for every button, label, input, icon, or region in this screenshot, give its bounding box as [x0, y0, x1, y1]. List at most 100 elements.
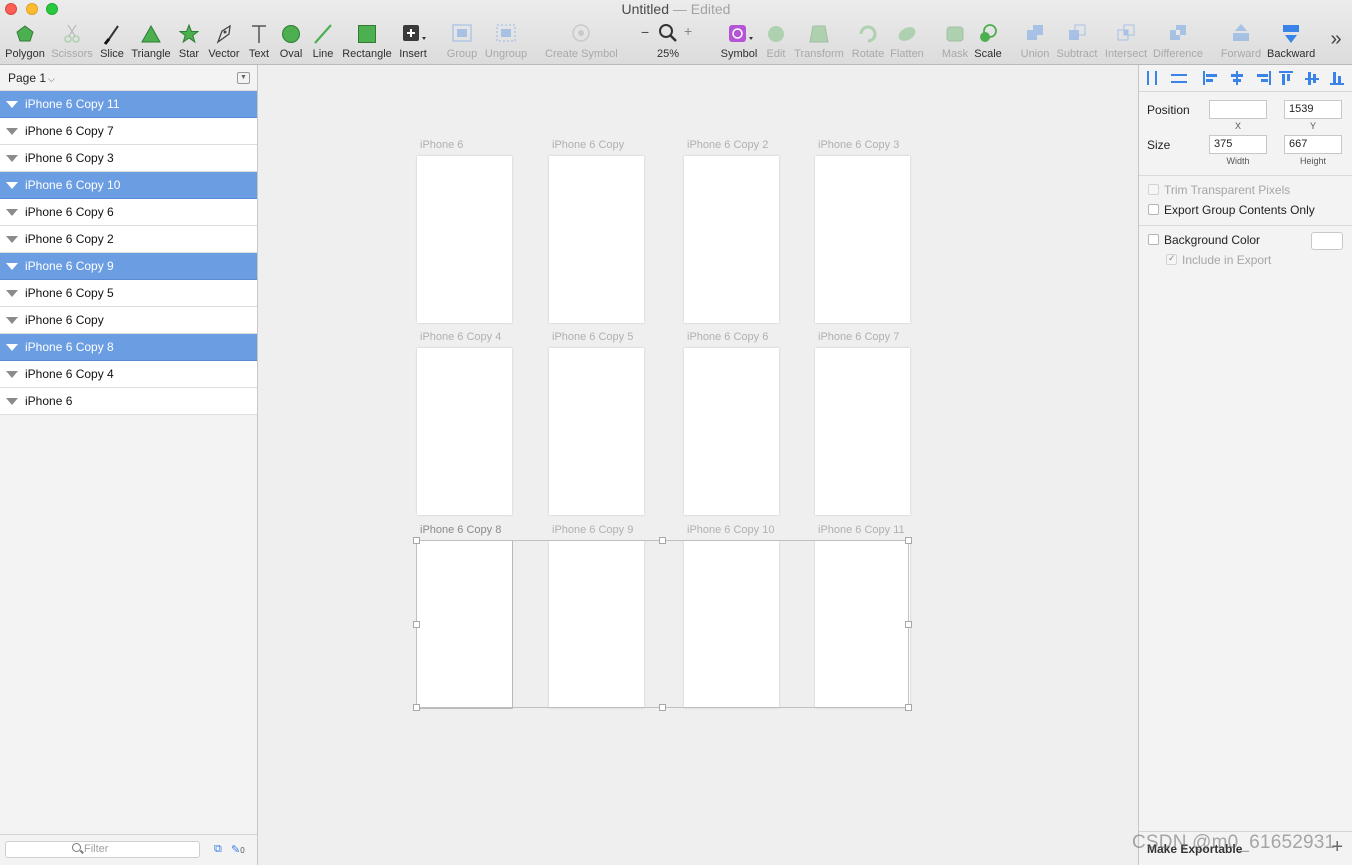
artboard[interactable]: [684, 348, 779, 515]
layer-row[interactable]: iPhone 6 Copy 5: [0, 280, 257, 307]
artboard-title[interactable]: iPhone 6 Copy 6: [687, 331, 768, 343]
artboard-title[interactable]: iPhone 6 Copy 4: [420, 331, 501, 343]
group-button[interactable]: Group: [446, 22, 478, 62]
resize-handle[interactable]: [905, 704, 912, 711]
rectangle-tool-button[interactable]: Rectangle: [341, 22, 393, 62]
artboard-title[interactable]: iPhone 6: [420, 139, 463, 151]
disclosure-triangle-icon[interactable]: [6, 101, 18, 108]
disclosure-triangle-icon[interactable]: [6, 209, 18, 216]
page-options-button[interactable]: ▼: [237, 72, 250, 84]
align-right-icon[interactable]: [1255, 71, 1271, 85]
triangle-tool-button[interactable]: Triangle: [131, 22, 171, 62]
resize-handle[interactable]: [905, 537, 912, 544]
background-color-well[interactable]: [1311, 232, 1343, 250]
zoom-out-button[interactable]: −: [641, 24, 649, 40]
intersect-button[interactable]: Intersect: [1103, 22, 1149, 62]
layer-row[interactable]: iPhone 6 Copy 11: [0, 91, 257, 118]
disclosure-triangle-icon[interactable]: [6, 263, 18, 270]
align-top-icon[interactable]: [1279, 71, 1295, 85]
artboard[interactable]: [815, 156, 910, 323]
disclosure-triangle-icon[interactable]: [6, 128, 18, 135]
artboard[interactable]: [549, 156, 644, 323]
layer-row[interactable]: iPhone 6 Copy 3: [0, 145, 257, 172]
backward-button[interactable]: Backward: [1267, 22, 1315, 62]
insert-menu-button[interactable]: Insert: [396, 22, 430, 62]
background-color-checkbox[interactable]: [1148, 234, 1159, 245]
flatten-button[interactable]: Flatten: [889, 22, 925, 62]
layer-row[interactable]: iPhone 6 Copy 4: [0, 361, 257, 388]
slice-tool-button[interactable]: Slice: [99, 22, 125, 62]
disclosure-triangle-icon[interactable]: [6, 398, 18, 405]
artboard[interactable]: [549, 541, 644, 708]
distribute-horizontal-icon[interactable]: [1145, 71, 1161, 85]
artboard[interactable]: [417, 348, 512, 515]
resize-handle[interactable]: [413, 704, 420, 711]
artboard-title[interactable]: iPhone 6 Copy: [552, 139, 624, 151]
resize-handle[interactable]: [413, 537, 420, 544]
trim-transparent-checkbox[interactable]: [1148, 184, 1159, 195]
polygon-tool-button[interactable]: Polygon: [5, 22, 45, 62]
layer-row[interactable]: iPhone 6 Copy 6: [0, 199, 257, 226]
artboard[interactable]: [549, 348, 644, 515]
layer-row[interactable]: iPhone 6 Copy 8: [0, 334, 257, 361]
difference-button[interactable]: Difference: [1152, 22, 1204, 62]
align-center-horizontal-icon[interactable]: [1229, 71, 1245, 85]
artboard[interactable]: [815, 348, 910, 515]
align-left-icon[interactable]: [1203, 71, 1219, 85]
artboard[interactable]: [684, 156, 779, 323]
canvas[interactable]: iPhone 6 iPhone 6 Copy iPhone 6 Copy 2 i…: [258, 65, 1138, 865]
disclosure-triangle-icon[interactable]: [6, 371, 18, 378]
layer-row[interactable]: iPhone 6 Copy: [0, 307, 257, 334]
create-symbol-button[interactable]: Create Symbol: [545, 22, 618, 62]
star-tool-button[interactable]: Star: [176, 22, 202, 62]
artboard-title[interactable]: iPhone 6 Copy 9: [552, 524, 633, 536]
resize-handle[interactable]: [413, 621, 420, 628]
layer-row[interactable]: iPhone 6: [0, 388, 257, 415]
page-selector[interactable]: Page 1 ⌵ ▼: [0, 65, 257, 91]
artboard-title[interactable]: iPhone 6 Copy 7: [818, 331, 899, 343]
oval-tool-button[interactable]: Oval: [278, 22, 304, 62]
ungroup-button[interactable]: Ungroup: [484, 22, 528, 62]
disclosure-triangle-icon[interactable]: [6, 236, 18, 243]
artboard[interactable]: [417, 156, 512, 323]
resize-handle[interactable]: [659, 704, 666, 711]
disclosure-triangle-icon[interactable]: [6, 182, 18, 189]
export-group-checkbox[interactable]: [1148, 204, 1159, 215]
edit-button[interactable]: Edit: [764, 22, 788, 62]
mask-button[interactable]: Mask: [940, 22, 970, 62]
toolbar-overflow-button[interactable]: »: [1325, 28, 1347, 68]
layer-row[interactable]: iPhone 6 Copy 2: [0, 226, 257, 253]
line-tool-button[interactable]: Line: [310, 22, 336, 62]
symbol-menu-button[interactable]: Symbol: [719, 22, 759, 62]
disclosure-triangle-icon[interactable]: [6, 290, 18, 297]
disclosure-triangle-icon[interactable]: [6, 317, 18, 324]
rotate-button[interactable]: Rotate: [850, 22, 886, 62]
artboard[interactable]: [815, 541, 910, 708]
artboard[interactable]: [684, 541, 779, 708]
forward-button[interactable]: Forward: [1220, 22, 1262, 62]
artboard-title[interactable]: iPhone 6 Copy 11: [818, 524, 905, 536]
subtract-button[interactable]: Subtract: [1056, 22, 1098, 62]
union-button[interactable]: Union: [1019, 22, 1051, 62]
align-middle-vertical-icon[interactable]: [1305, 71, 1321, 85]
layer-row[interactable]: iPhone 6 Copy 9: [0, 253, 257, 280]
width-field[interactable]: 375: [1209, 135, 1267, 154]
artboard-title[interactable]: iPhone 6 Copy 3: [818, 139, 899, 151]
position-y-field[interactable]: 1539: [1284, 100, 1342, 119]
exportable-filter-icon[interactable]: ✎0: [231, 843, 245, 857]
artboard-title[interactable]: iPhone 6 Copy 5: [552, 331, 633, 343]
symbols-filter-icon[interactable]: ⧉: [214, 843, 228, 857]
artboard[interactable]: [417, 541, 512, 708]
scissors-tool-button[interactable]: Scissors: [51, 22, 93, 62]
transform-button[interactable]: Transform: [794, 22, 844, 62]
include-in-export-checkbox[interactable]: ✓: [1166, 253, 1177, 265]
layer-row[interactable]: iPhone 6 Copy 7: [0, 118, 257, 145]
height-field[interactable]: 667: [1284, 135, 1342, 154]
scale-button[interactable]: Scale: [974, 22, 1002, 62]
distribute-vertical-icon[interactable]: [1171, 71, 1187, 85]
resize-handle[interactable]: [659, 537, 666, 544]
position-x-field[interactable]: [1209, 100, 1267, 119]
artboard-title[interactable]: iPhone 6 Copy 10: [687, 524, 774, 536]
resize-handle[interactable]: [905, 621, 912, 628]
artboard-title[interactable]: iPhone 6 Copy 8: [420, 524, 501, 536]
